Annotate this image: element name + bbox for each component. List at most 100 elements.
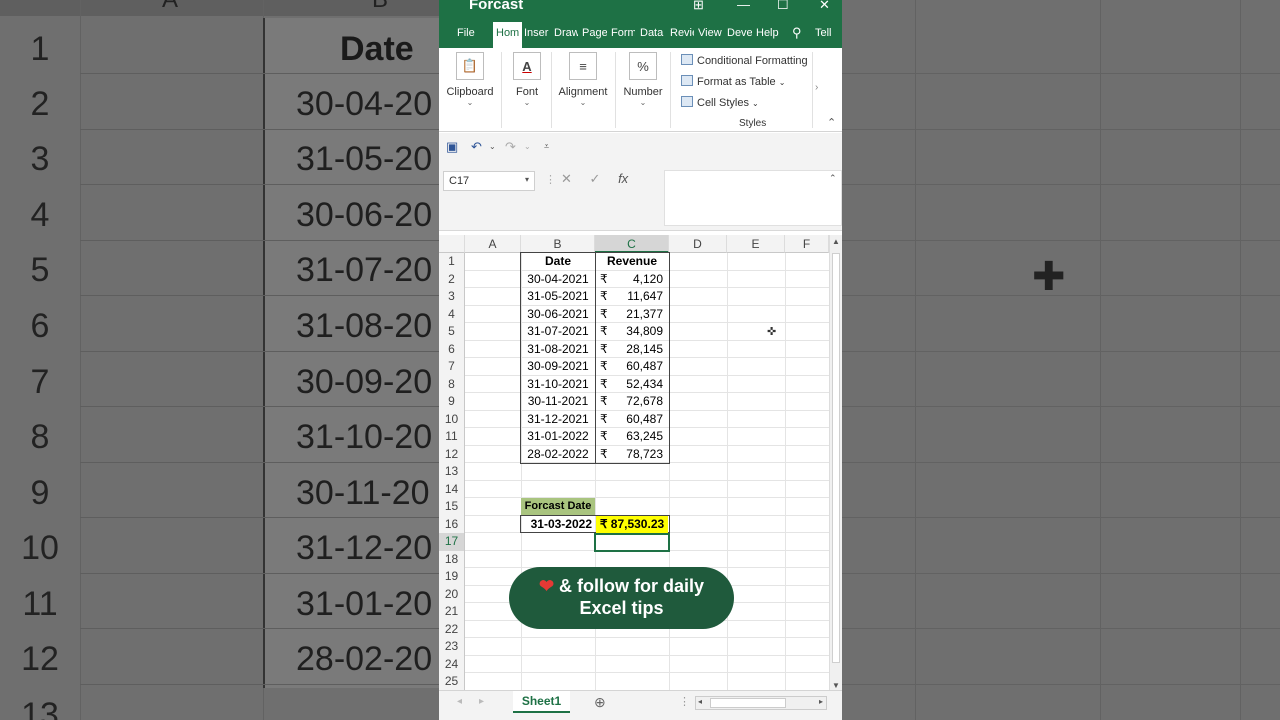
row-header[interactable]: 10 bbox=[439, 410, 465, 428]
date-header[interactable]: Date bbox=[521, 253, 595, 271]
sheet-tab-sheet1[interactable]: Sheet1 bbox=[513, 691, 570, 713]
close-icon[interactable]: ✕ bbox=[819, 0, 830, 13]
number-group[interactable]: % Number ⌄ bbox=[621, 52, 665, 107]
revenue-header[interactable]: Revenue bbox=[595, 253, 669, 271]
tab-view[interactable]: View bbox=[698, 27, 724, 39]
save-icon[interactable]: ▣ bbox=[446, 139, 458, 155]
row-header[interactable]: 6 bbox=[439, 340, 465, 358]
forecast-value-cell[interactable]: ₹ 87,530.23 bbox=[596, 516, 668, 534]
revenue-cell[interactable]: ₹34,809 bbox=[595, 323, 669, 341]
prev-sheet-icon[interactable]: ◂ bbox=[457, 696, 462, 707]
date-cell[interactable]: 31-05-2021 bbox=[521, 288, 595, 306]
date-cell[interactable]: 31-01-2022 bbox=[521, 428, 595, 446]
row-header[interactable]: 19 bbox=[439, 568, 465, 586]
row-header[interactable]: 18 bbox=[439, 550, 465, 568]
date-cell[interactable]: 30-09-2021 bbox=[521, 358, 595, 376]
expand-formula-icon[interactable]: ⌃ bbox=[829, 173, 837, 184]
revenue-cell[interactable]: ₹52,434 bbox=[595, 376, 669, 394]
scroll-right-icon[interactable]: ▸ bbox=[819, 697, 823, 706]
minimize-icon[interactable]: — bbox=[737, 0, 750, 12]
alignment-group[interactable]: ≡ Alignment ⌄ bbox=[555, 52, 611, 107]
collapse-ribbon-icon[interactable]: ⌃ bbox=[827, 116, 836, 129]
forecast-date-cell[interactable]: 31-03-2022 bbox=[521, 516, 595, 534]
revenue-cell[interactable]: ₹28,145 bbox=[595, 341, 669, 359]
row-header[interactable]: 8 bbox=[439, 375, 465, 393]
column-header-b[interactable]: B bbox=[521, 235, 595, 253]
chevron-down-icon[interactable]: ⌄ bbox=[524, 142, 531, 151]
row-header[interactable]: 24 bbox=[439, 655, 465, 673]
tab-tell-me[interactable]: Tell bbox=[815, 27, 837, 39]
column-header-c[interactable]: C bbox=[595, 235, 669, 253]
date-cell[interactable]: 30-06-2021 bbox=[521, 306, 595, 324]
tab-formulas[interactable]: Form bbox=[611, 27, 635, 39]
revenue-cell[interactable]: ₹11,647 bbox=[595, 288, 669, 306]
row-header[interactable]: 25 bbox=[439, 673, 465, 691]
revenue-cell[interactable]: ₹60,487 bbox=[595, 411, 669, 429]
forecast-label-cell[interactable]: Forcast Date bbox=[521, 498, 595, 516]
column-header-a[interactable]: A bbox=[465, 235, 521, 253]
tab-help[interactable]: Help bbox=[756, 27, 782, 39]
row-header[interactable]: 17 bbox=[439, 533, 465, 551]
date-cell[interactable]: 31-07-2021 bbox=[521, 323, 595, 341]
tab-page-layout[interactable]: Page bbox=[582, 27, 607, 39]
row-header[interactable]: 3 bbox=[439, 288, 465, 306]
row-header[interactable]: 13 bbox=[439, 463, 465, 481]
name-box[interactable]: C17 ▾ bbox=[443, 171, 535, 191]
tab-file[interactable]: File bbox=[457, 27, 475, 39]
row-header[interactable]: 14 bbox=[439, 480, 465, 498]
tab-data[interactable]: Data bbox=[640, 27, 666, 39]
tab-splitter[interactable]: ⋮ bbox=[679, 695, 690, 708]
row-header[interactable]: 11 bbox=[439, 428, 465, 446]
enter-icon[interactable]: ✓ bbox=[590, 171, 601, 186]
revenue-cell[interactable]: ₹63,245 bbox=[595, 428, 669, 446]
row-header[interactable]: 1 bbox=[439, 253, 465, 271]
revenue-cell[interactable]: ₹4,120 bbox=[595, 271, 669, 289]
revenue-cell[interactable]: ₹21,377 bbox=[595, 306, 669, 324]
format-as-table-button[interactable]: Format as Table ⌄ bbox=[681, 75, 785, 88]
revenue-cell[interactable]: ₹78,723 bbox=[595, 446, 669, 464]
column-header-e[interactable]: E bbox=[727, 235, 785, 253]
row-header[interactable]: 22 bbox=[439, 620, 465, 638]
row-header[interactable]: 21 bbox=[439, 603, 465, 621]
row-header[interactable]: 5 bbox=[439, 323, 465, 341]
row-header[interactable]: 15 bbox=[439, 498, 465, 516]
vertical-scrollbar[interactable]: ▲ ▼ bbox=[829, 235, 842, 695]
row-header[interactable]: 4 bbox=[439, 305, 465, 323]
date-cell[interactable]: 31-12-2021 bbox=[521, 411, 595, 429]
lightbulb-icon[interactable]: ⚲ bbox=[792, 25, 802, 41]
revenue-cell[interactable]: ₹60,487 bbox=[595, 358, 669, 376]
hscroll-thumb[interactable] bbox=[710, 698, 786, 708]
conditional-formatting-button[interactable]: Conditional Formatting bbox=[681, 54, 808, 67]
tab-developer[interactable]: Deve bbox=[727, 27, 752, 39]
customize-toolbar-icon[interactable]: ⩡ bbox=[544, 141, 549, 152]
date-cell[interactable]: 31-10-2021 bbox=[521, 376, 595, 394]
row-header[interactable]: 23 bbox=[439, 638, 465, 656]
undo-icon[interactable]: ↶ bbox=[471, 139, 482, 155]
scroll-left-icon[interactable]: ◂ bbox=[698, 697, 702, 706]
tab-draw[interactable]: Draw bbox=[554, 27, 578, 39]
scroll-up-icon[interactable]: ▲ bbox=[832, 237, 840, 246]
clipboard-group[interactable]: 📋 Clipboard ⌄ bbox=[443, 52, 497, 107]
date-cell[interactable]: 28-02-2022 bbox=[521, 446, 595, 464]
row-header[interactable]: 7 bbox=[439, 358, 465, 376]
formula-input[interactable] bbox=[664, 170, 842, 226]
scroll-thumb[interactable] bbox=[832, 253, 840, 663]
row-header[interactable]: 12 bbox=[439, 445, 465, 463]
row-header[interactable]: 9 bbox=[439, 393, 465, 411]
cell-styles-button[interactable]: Cell Styles ⌄ bbox=[681, 96, 759, 109]
tab-insert[interactable]: Inser bbox=[524, 27, 549, 39]
tab-home[interactable]: Hom bbox=[493, 22, 522, 48]
cancel-icon[interactable]: ✕ bbox=[561, 171, 572, 186]
font-group[interactable]: A Font ⌄ bbox=[507, 52, 547, 107]
row-header[interactable]: 16 bbox=[439, 515, 465, 533]
horizontal-scrollbar[interactable]: ◂ ▸ bbox=[695, 696, 827, 710]
restore-icon[interactable]: ⊞ bbox=[693, 0, 704, 13]
add-sheet-icon[interactable]: ⊕ bbox=[594, 694, 606, 711]
chevron-right-icon[interactable]: › bbox=[815, 82, 818, 93]
column-header-f[interactable]: F bbox=[785, 235, 829, 253]
scroll-down-icon[interactable]: ▼ bbox=[832, 681, 840, 690]
row-header[interactable]: 20 bbox=[439, 585, 465, 603]
insert-function-icon[interactable]: fx bbox=[618, 171, 628, 186]
select-all-corner[interactable] bbox=[439, 235, 465, 253]
next-sheet-icon[interactable]: ▸ bbox=[479, 696, 484, 707]
